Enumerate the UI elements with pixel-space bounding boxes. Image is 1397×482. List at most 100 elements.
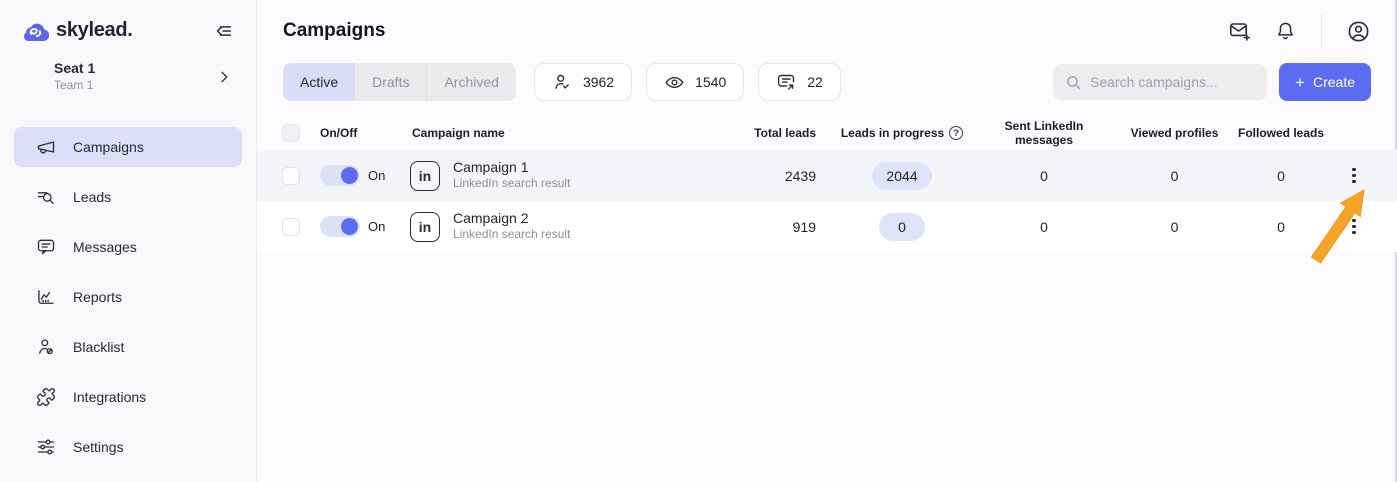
stat-views-chip[interactable]: 1540 bbox=[646, 63, 745, 101]
col-sent-messages: Sent LinkedIn messages bbox=[1004, 119, 1084, 147]
sidebar: skylead. Seat 1 Team 1 Campaigns Leads M… bbox=[0, 0, 257, 482]
campaigns-table: On/Off Campaign name Total leads Leads i… bbox=[257, 116, 1397, 252]
select-all-checkbox[interactable] bbox=[282, 124, 300, 142]
stat-value: 1540 bbox=[695, 74, 727, 90]
seat-title: Seat 1 bbox=[54, 60, 96, 76]
row-menu-kebab-icon[interactable] bbox=[1344, 164, 1363, 187]
row-checkbox[interactable] bbox=[282, 217, 300, 236]
total-leads-value: 919 bbox=[792, 218, 816, 235]
search-icon bbox=[1065, 74, 1082, 91]
message-bubble-icon bbox=[36, 237, 56, 257]
stat-messages-chip[interactable]: 22 bbox=[758, 63, 841, 101]
col-campaign-name: Campaign name bbox=[412, 126, 505, 140]
search-input[interactable] bbox=[1090, 74, 1256, 90]
sidebar-item-reports[interactable]: Reports bbox=[14, 277, 242, 317]
table-row[interactable]: On in Campaign 1 LinkedIn search result … bbox=[257, 150, 1397, 201]
col-total-leads: Total leads bbox=[754, 126, 816, 140]
brand-name: skylead. bbox=[56, 19, 133, 41]
logo-row: skylead. bbox=[0, 0, 256, 50]
linkedin-icon: in bbox=[410, 160, 440, 191]
search-box bbox=[1053, 64, 1268, 100]
campaign-name[interactable]: Campaign 1 bbox=[453, 159, 570, 177]
linkedin-icon: in bbox=[410, 211, 440, 242]
campaign-toggle[interactable] bbox=[320, 216, 360, 237]
tab-drafts[interactable]: Drafts bbox=[355, 63, 427, 101]
sidebar-item-messages[interactable]: Messages bbox=[14, 227, 242, 267]
leads-search-icon bbox=[36, 187, 56, 207]
tab-archived[interactable]: Archived bbox=[426, 63, 516, 101]
row-menu-kebab-icon[interactable] bbox=[1344, 215, 1363, 238]
col-leads-in-progress: Leads in progress ? bbox=[830, 126, 974, 140]
campaign-type: LinkedIn search result bbox=[453, 176, 571, 191]
cloud-icon bbox=[22, 21, 49, 41]
sidebar-item-label: Campaigns bbox=[73, 139, 144, 156]
sidebar-item-label: Integrations bbox=[73, 389, 147, 406]
leads-in-progress-badge: 0 bbox=[879, 212, 925, 241]
sidebar-nav: Campaigns Leads Messages Reports Blackli… bbox=[0, 127, 256, 467]
sidebar-item-label: Reports bbox=[73, 289, 123, 306]
message-sent-icon bbox=[776, 72, 797, 93]
top-bar: Campaigns bbox=[257, 0, 1397, 62]
sliders-icon bbox=[36, 437, 56, 457]
stat-value: 22 bbox=[807, 74, 823, 90]
sidebar-item-label: Leads bbox=[73, 189, 112, 206]
sidebar-item-campaigns[interactable]: Campaigns bbox=[14, 127, 242, 168]
seat-subtitle: Team 1 bbox=[54, 77, 94, 92]
mail-plus-icon[interactable] bbox=[1228, 19, 1252, 43]
eye-icon bbox=[664, 72, 685, 93]
followed-leads-value: 0 bbox=[1277, 218, 1285, 235]
sidebar-item-label: Messages bbox=[73, 239, 137, 256]
puzzle-icon bbox=[36, 387, 56, 407]
viewed-profiles-value: 0 bbox=[1170, 167, 1179, 184]
bell-icon[interactable] bbox=[1274, 20, 1297, 43]
create-button[interactable]: + Create bbox=[1279, 63, 1371, 101]
sent-messages-value: 0 bbox=[1040, 218, 1048, 235]
toggle-label: On bbox=[368, 219, 386, 234]
col-leads-in-progress-label: Leads in progress bbox=[840, 126, 945, 140]
leads-in-progress-badge: 2044 bbox=[872, 161, 932, 190]
col-onoff: On/Off bbox=[320, 126, 358, 140]
sidebar-item-integrations[interactable]: Integrations bbox=[14, 377, 242, 417]
total-leads-value: 2439 bbox=[784, 167, 816, 184]
user-avatar-icon[interactable] bbox=[1346, 19, 1371, 44]
table-header-row: On/Off Campaign name Total leads Leads i… bbox=[257, 116, 1397, 150]
col-followed-leads: Followed leads bbox=[1237, 126, 1324, 140]
person-check-icon bbox=[552, 72, 573, 93]
create-button-label: Create bbox=[1312, 74, 1355, 90]
status-tabs: Active Drafts Archived bbox=[283, 63, 516, 101]
sidebar-item-label: Blacklist bbox=[73, 339, 125, 356]
chevron-right-icon[interactable] bbox=[216, 69, 232, 85]
sidebar-item-leads[interactable]: Leads bbox=[14, 177, 242, 217]
campaign-type: LinkedIn search result bbox=[453, 227, 571, 242]
toggle-knob bbox=[341, 167, 358, 184]
skylead-logo[interactable]: skylead. bbox=[22, 19, 133, 42]
sidebar-item-label: Settings bbox=[73, 439, 124, 456]
reports-chart-icon bbox=[36, 287, 56, 307]
topbar-divider bbox=[1321, 14, 1322, 48]
help-icon[interactable]: ? bbox=[949, 126, 964, 140]
campaign-toggle[interactable] bbox=[320, 165, 360, 186]
sidebar-item-settings[interactable]: Settings bbox=[14, 427, 242, 467]
blacklist-person-icon bbox=[36, 337, 56, 357]
stat-value: 3962 bbox=[582, 74, 615, 90]
collapse-sidebar-icon[interactable] bbox=[212, 20, 234, 42]
campaign-name[interactable]: Campaign 2 bbox=[453, 210, 570, 228]
stats-chips: 3962 1540 22 bbox=[533, 63, 841, 101]
campaigns-toolbar: Active Drafts Archived 3962 1540 22 Sear… bbox=[257, 62, 1397, 102]
viewed-profiles-value: 0 bbox=[1170, 218, 1179, 235]
sidebar-item-blacklist[interactable]: Blacklist bbox=[14, 327, 242, 367]
col-viewed-profiles: Viewed profiles bbox=[1130, 126, 1219, 140]
page-title: Campaigns bbox=[283, 20, 386, 41]
main-content: Campaigns Active Drafts Archived 3962 15… bbox=[257, 0, 1397, 482]
followed-leads-value: 0 bbox=[1277, 167, 1285, 184]
stat-connections-chip[interactable]: 3962 bbox=[533, 63, 633, 101]
megaphone-icon bbox=[36, 137, 56, 157]
table-row[interactable]: On in Campaign 2 LinkedIn search result … bbox=[257, 201, 1397, 252]
seat-selector[interactable]: Seat 1 Team 1 bbox=[0, 50, 256, 99]
tab-active[interactable]: Active bbox=[283, 63, 356, 101]
sent-messages-value: 0 bbox=[1040, 167, 1048, 184]
plus-icon: + bbox=[1295, 72, 1305, 92]
toggle-knob bbox=[341, 218, 358, 235]
toggle-label: On bbox=[368, 168, 386, 183]
row-checkbox[interactable] bbox=[282, 166, 300, 185]
